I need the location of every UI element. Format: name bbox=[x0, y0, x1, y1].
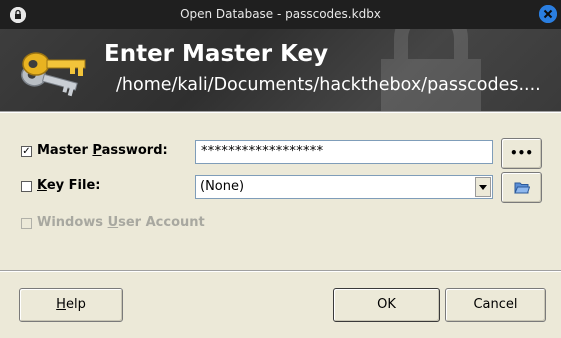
windows-user-account-checkbox bbox=[21, 218, 32, 229]
master-password-label[interactable]: Master Password: bbox=[37, 143, 168, 158]
lock-watermark-icon bbox=[381, 29, 481, 111]
title-bar: Open Database - passcodes.kdbx bbox=[0, 0, 561, 29]
divider bbox=[0, 271, 561, 272]
label-part: ey File: bbox=[46, 178, 101, 193]
divider bbox=[0, 111, 561, 113]
key-file-select[interactable]: (None) bbox=[195, 175, 493, 199]
key-file-label[interactable]: Key File: bbox=[37, 178, 100, 193]
master-password-input[interactable]: ****************** bbox=[195, 140, 493, 164]
ok-button[interactable]: OK bbox=[333, 288, 440, 322]
folder-open-icon bbox=[513, 182, 530, 194]
label-part: ser Account bbox=[118, 215, 205, 230]
browse-key-file-button[interactable] bbox=[501, 172, 542, 203]
windows-user-account-label: Windows User Account bbox=[37, 215, 205, 230]
banner-title: Enter Master Key bbox=[104, 41, 329, 67]
close-icon bbox=[539, 5, 557, 23]
header-banner: Enter Master Key /home/kali/Documents/ha… bbox=[0, 29, 561, 111]
help-button[interactable]: Help bbox=[19, 288, 123, 322]
label-part: P bbox=[92, 143, 102, 158]
label-part: elp bbox=[65, 297, 86, 312]
label-part: Windows bbox=[37, 215, 108, 230]
window-title: Open Database - passcodes.kdbx bbox=[180, 7, 381, 21]
key-file-value: (None) bbox=[200, 179, 245, 194]
key-file-checkbox[interactable] bbox=[21, 181, 32, 192]
cancel-button[interactable]: Cancel bbox=[445, 288, 546, 322]
label-part: H bbox=[56, 297, 66, 312]
label-part: K bbox=[37, 178, 47, 193]
chevron-down-icon[interactable] bbox=[475, 177, 491, 197]
reveal-password-button[interactable]: ••• bbox=[501, 138, 542, 169]
label-part: assword: bbox=[101, 143, 168, 158]
label-part: Master bbox=[37, 143, 93, 158]
master-password-checkbox[interactable]: ✓ bbox=[21, 146, 32, 157]
keys-icon bbox=[21, 52, 86, 97]
label-part: U bbox=[107, 215, 119, 230]
database-path: /home/kali/Documents/hackthebox/passcode… bbox=[116, 75, 541, 95]
close-button[interactable] bbox=[539, 5, 557, 23]
